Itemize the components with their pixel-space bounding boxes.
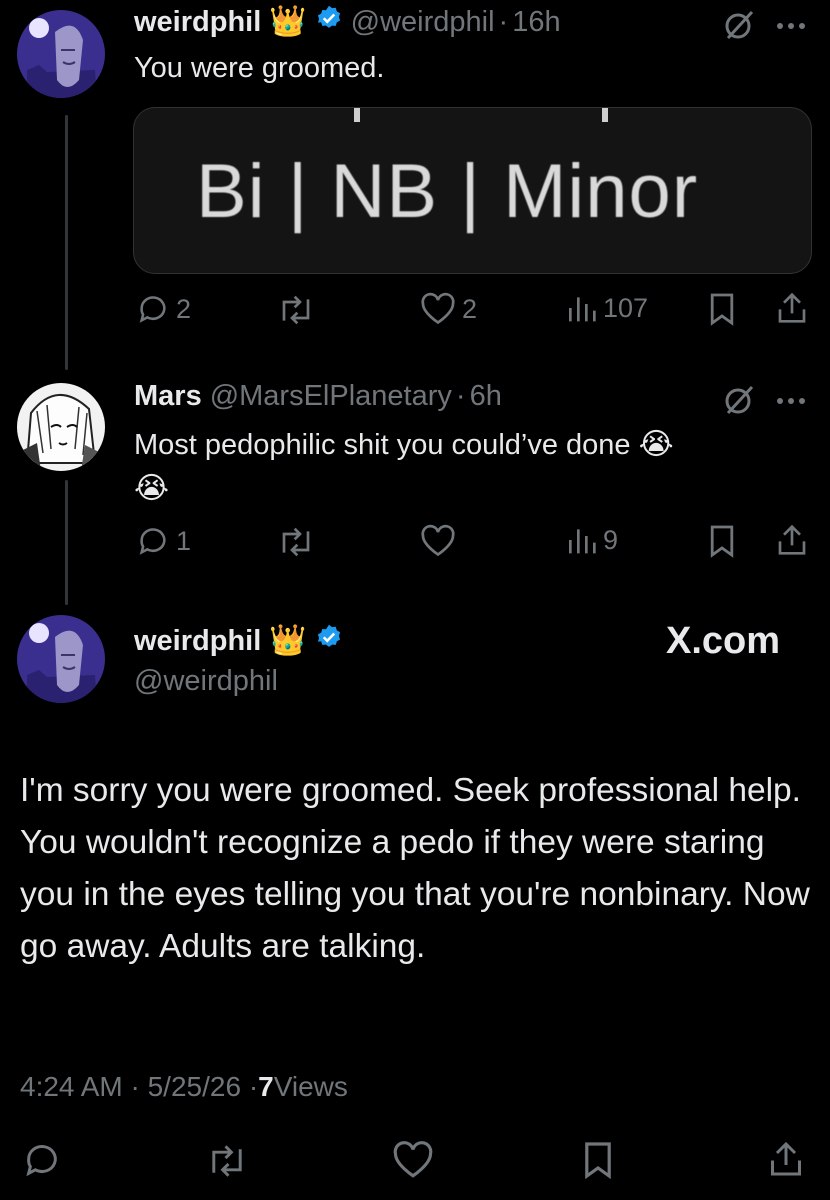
share-button[interactable] [768, 1138, 804, 1180]
share-icon [771, 1141, 801, 1176]
author-name[interactable]: weirdphil [134, 625, 261, 658]
tweet-meta: 4:24 AM · 5/25/26 · 7 Views [20, 1071, 348, 1103]
verified-badge-icon [315, 623, 343, 659]
views-icon [569, 529, 596, 554]
reply-count: 1 [176, 525, 192, 556]
tweet-media-image[interactable]: Bi | NB | Minor [133, 107, 812, 274]
retweet-button[interactable] [276, 294, 316, 326]
share-icon [778, 292, 806, 323]
reply-icon [139, 296, 166, 323]
like-count: 2 [462, 293, 478, 324]
tweet-text-block: Most pedophilic shit you could’ve done 😭… [134, 423, 794, 511]
reply-button[interactable]: 1 [136, 524, 191, 558]
bookmark-icon [585, 1142, 611, 1180]
tweet-timestamp[interactable]: 4:24 AM · 5/25/26 · [20, 1071, 258, 1103]
like-button[interactable] [392, 1140, 434, 1180]
avatar[interactable] [17, 10, 105, 98]
like-button[interactable]: 2 [420, 292, 477, 326]
author-handle[interactable]: @weirdphil [134, 665, 278, 698]
retweet-icon [282, 295, 310, 325]
separator: · [455, 380, 466, 412]
avatar[interactable] [17, 615, 105, 703]
avatar[interactable] [17, 383, 105, 471]
author-name[interactable]: weirdphil [134, 6, 261, 39]
bookmark-button[interactable] [708, 524, 736, 558]
tweet-header: weirdphil 👑 [134, 623, 343, 659]
grok-icon[interactable] [722, 383, 756, 422]
tweet-text: You were groomed. [134, 52, 385, 84]
media-caption: Bi | NB | Minor [196, 149, 699, 234]
reply-count: 2 [176, 293, 192, 324]
views-icon [569, 297, 596, 322]
more-icon[interactable] [775, 393, 807, 411]
tweet-text: I'm sorry you were groomed. Seek profess… [20, 772, 810, 965]
author-handle[interactable]: @MarsElPlanetary [210, 380, 452, 413]
views-label: Views [273, 1071, 348, 1102]
media-artifact [354, 108, 360, 122]
grok-icon[interactable] [722, 8, 756, 47]
retweet-button[interactable] [276, 526, 316, 558]
views-count: 107 [603, 292, 649, 323]
views-count: 7 [258, 1071, 274, 1102]
thread-connector [65, 115, 68, 370]
thread-connector [65, 480, 68, 605]
reply-icon [139, 528, 166, 555]
share-icon [778, 524, 806, 555]
tweet-time[interactable]: 6h [470, 380, 502, 413]
retweet-icon [282, 527, 310, 557]
reply-icon [26, 1145, 57, 1177]
verified-badge-icon [315, 4, 343, 40]
like-button[interactable] [420, 524, 456, 558]
views-button[interactable]: 107 [565, 292, 648, 324]
separator: · [498, 5, 509, 38]
like-icon [421, 524, 455, 557]
views-count: 9 [603, 524, 619, 555]
like-icon [393, 1141, 433, 1178]
like-icon [421, 292, 455, 325]
share-button[interactable] [776, 290, 808, 326]
author-name[interactable]: Mars [134, 380, 202, 413]
more-icon[interactable] [775, 18, 807, 36]
bookmark-button[interactable] [582, 1140, 614, 1180]
media-artifact [602, 108, 608, 122]
bookmark-icon [710, 293, 734, 326]
bookmark-icon [710, 525, 734, 558]
retweet-icon [212, 1145, 242, 1177]
bookmark-button[interactable] [708, 292, 736, 326]
tweet-text: Most pedophilic shit you could’ve done [134, 429, 631, 461]
views-button[interactable]: 9 [565, 524, 618, 556]
x-brand-watermark: X.com [666, 620, 781, 662]
share-button[interactable] [776, 522, 808, 558]
author-handle[interactable]: @weirdphil [351, 6, 495, 39]
crown-emoji: 👑 [269, 624, 307, 657]
crown-emoji: 👑 [269, 5, 307, 38]
reply-button[interactable] [22, 1140, 62, 1180]
reply-button[interactable]: 2 [136, 292, 191, 326]
crying-emoji: 😭 [638, 428, 674, 461]
retweet-button[interactable] [205, 1143, 249, 1179]
tweet-header: Mars @MarsElPlanetary · 6h [134, 380, 502, 413]
tweet-header: weirdphil 👑 @weirdphil · 16h [134, 4, 561, 40]
tweet-time[interactable]: 16h [512, 6, 560, 39]
crying-emoji: 😭 [134, 472, 170, 505]
